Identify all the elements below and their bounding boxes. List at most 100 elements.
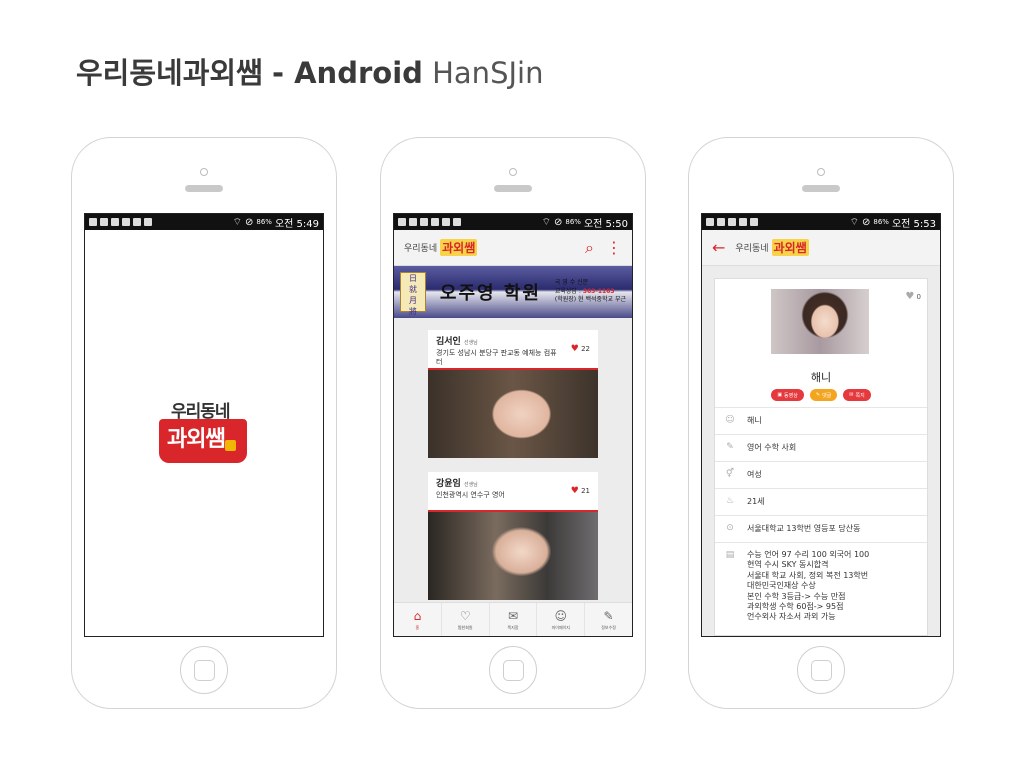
more-vert-icon[interactable]: ⋮ — [606, 238, 622, 257]
info-text: 여성 — [747, 470, 762, 479]
nav-label: 홈 — [415, 624, 420, 630]
teacher-name-text: 강윤임 — [436, 479, 461, 489]
camera-icon — [509, 168, 517, 176]
nav-home[interactable]: ⌂ 홈 — [394, 603, 442, 636]
mute-icon: ⊘ — [862, 216, 871, 228]
intro-line: 과외학생 수학 60점-> 95점 — [747, 601, 844, 611]
message-icon — [706, 218, 714, 226]
comment-button[interactable]: ✎ 댓글 — [809, 389, 838, 401]
info-phone: 363-1163 — [582, 287, 615, 295]
phone-profile: ⌔ ⊘ 86% 오전 5:53 ← 우리동네 과외쌤 ♥ 0 해니 ▣ 동영상 ✎… — [688, 137, 954, 709]
status-bar: ⌔ ⊘ 86% 오전 5:53 — [702, 214, 940, 230]
image-icon — [728, 218, 736, 226]
academy-name: 오주영 학원 — [439, 283, 541, 304]
video-label: 동영상 — [784, 392, 798, 399]
intro-text: 수능 언어 97 수리 100 외국어 100 현역 수시 SKY 동시합격 서… — [747, 550, 869, 623]
profile-info-list: ☺ 해니 ✎ 영어 수학 사회 ⚥ 여성 ♨ 21세 ⊙ 서울대학교 13학번 영등포 당… — [715, 407, 927, 630]
shield-icon — [111, 218, 119, 226]
speaker-grille — [494, 185, 532, 192]
profile-card: ♥ 0 해니 ▣ 동영상 ✎ 댓글 ✉ 쪽지 ☺ 해니 ✎ 영어 수학 사회 ⚥ 여성 ♨ 2… — [714, 278, 928, 636]
wifi-icon: ⌔ — [849, 216, 859, 228]
teacher-card[interactable]: 강윤임 선생님 인천광역시 연수구 영어 ♥ 21 — [428, 472, 598, 600]
seal-char: 將 — [409, 307, 417, 316]
profile-photo[interactable] — [771, 289, 869, 354]
clock: 오전 5:50 — [583, 218, 628, 230]
intro-line: 서울대 학교 사회, 정외 복전 13학번 — [747, 570, 869, 580]
home-button[interactable] — [797, 646, 845, 694]
nav-favorites[interactable]: ♡ 찜한회원 — [442, 603, 490, 636]
wifi-icon: ⌔ — [541, 216, 551, 228]
home-button[interactable] — [180, 646, 228, 694]
camera-icon — [817, 168, 825, 176]
info-row-nickname: ☺ 해니 — [715, 407, 927, 434]
search-icon[interactable]: ⌕ — [585, 238, 594, 258]
edit-icon: ✎ — [603, 608, 614, 623]
ad-banner[interactable]: 日 就 月 將 오주영 학원 국 영 수 신문 교육상담 : 363-1163 … — [394, 266, 632, 318]
like-number: 21 — [581, 487, 590, 495]
teacher-card[interactable]: 김서인 선생님 경기도 성남시 분당구 판교동 예체능 컴퓨터 ♥ 22 — [428, 330, 598, 458]
info-text: 서울대학교 13학번 영등포 당산동 — [747, 524, 861, 533]
comment-icon: ✎ — [815, 392, 821, 398]
shield-icon — [420, 218, 428, 226]
like-number: 22 — [581, 345, 590, 353]
download-icon — [442, 218, 450, 226]
nav-label: 정보수정 — [601, 624, 616, 630]
doc-icon — [431, 218, 439, 226]
info-row-school: ⊙ 서울대학교 13학번 영등포 당산동 — [715, 515, 927, 542]
nav-label: 찜한회원 — [457, 624, 473, 630]
video-button[interactable]: ▣ 동영상 — [771, 389, 804, 401]
nav-mypage[interactable]: ☺ 마이페이지 — [537, 603, 586, 636]
info-row-intro: ▤ 수능 언어 97 수리 100 외국어 100 현역 수시 SKY 동시합격… — [715, 542, 927, 630]
like-count[interactable]: ♥ 22 — [571, 344, 590, 354]
info-location: (학원장) 현 백석중학교 부근 — [554, 296, 626, 304]
image-icon — [100, 218, 108, 226]
profile-like[interactable]: ♥ 0 — [905, 291, 921, 302]
info-row-age: ♨ 21세 — [715, 488, 927, 515]
message-button[interactable]: ✉ 쪽지 — [843, 389, 871, 401]
nav-edit-info[interactable]: ✎ 정보수정 — [585, 603, 632, 636]
speaker-grille — [802, 185, 840, 192]
document-icon: ▤ — [725, 550, 735, 560]
download-icon — [133, 218, 141, 226]
doc-icon — [122, 218, 130, 226]
comment-label: 댓글 — [822, 392, 832, 399]
appbar-logo-small: 우리동네 — [735, 244, 769, 254]
back-arrow-icon[interactable]: ← — [712, 238, 725, 257]
usb-icon — [89, 218, 97, 226]
play-icon — [225, 440, 236, 451]
teacher-name-text: 김서인 — [436, 337, 461, 347]
profile-screen: ⌔ ⊘ 86% 오전 5:53 ← 우리동네 과외쌤 ♥ 0 해니 ▣ 동영상 ✎… — [701, 213, 941, 637]
nav-messages[interactable]: ✉ 쪽지함 — [490, 603, 538, 636]
teacher-name: 강윤임 선생님 — [436, 476, 590, 489]
seal-icon: 日 就 月 將 — [400, 272, 426, 316]
list-screen: ⌔ ⊘ 86% 오전 5:50 우리동네 과외쌤 ⌕ ⋮ 日 就 月 將 오주영… — [393, 213, 633, 637]
like-count[interactable]: ♥ 21 — [571, 486, 590, 496]
nav-label: 쪽지함 — [507, 624, 519, 630]
download-icon-2 — [144, 218, 152, 226]
cake-icon: ♨ — [725, 496, 735, 506]
teacher-feed[interactable]: 김서인 선생님 경기도 성남시 분당구 판교동 예체능 컴퓨터 ♥ 22 강윤임… — [394, 318, 632, 602]
battery-level: 86% — [565, 218, 581, 226]
status-bar: ⌔ ⊘ 86% 오전 5:49 — [85, 214, 323, 230]
mute-icon: ⊘ — [245, 216, 254, 228]
chat-icon: ✉ — [507, 608, 519, 623]
home-button[interactable] — [489, 646, 537, 694]
person-icon: ☺ — [554, 608, 568, 623]
teacher-photo[interactable] — [428, 510, 598, 600]
download-icon-2 — [453, 218, 461, 226]
teacher-photo[interactable] — [428, 368, 598, 458]
message-label: 쪽지 — [855, 392, 865, 399]
heart-outline-icon: ♡ — [459, 608, 471, 623]
mute-icon: ⊘ — [554, 216, 563, 228]
wifi-icon: ⌔ — [232, 216, 242, 228]
title-platform: - Android — [271, 56, 423, 90]
battery-level: 86% — [256, 218, 272, 226]
seal-char: 日 — [409, 274, 417, 283]
doc-icon — [750, 218, 758, 226]
envelope-icon: ✉ — [849, 392, 854, 398]
heart-icon: ♥ — [570, 486, 579, 496]
app-bar: 우리동네 과외쌤 ⌕ ⋮ — [394, 230, 632, 266]
settings-icon — [739, 218, 747, 226]
image-icon — [409, 218, 417, 226]
heart-icon: ♥ — [570, 344, 579, 354]
